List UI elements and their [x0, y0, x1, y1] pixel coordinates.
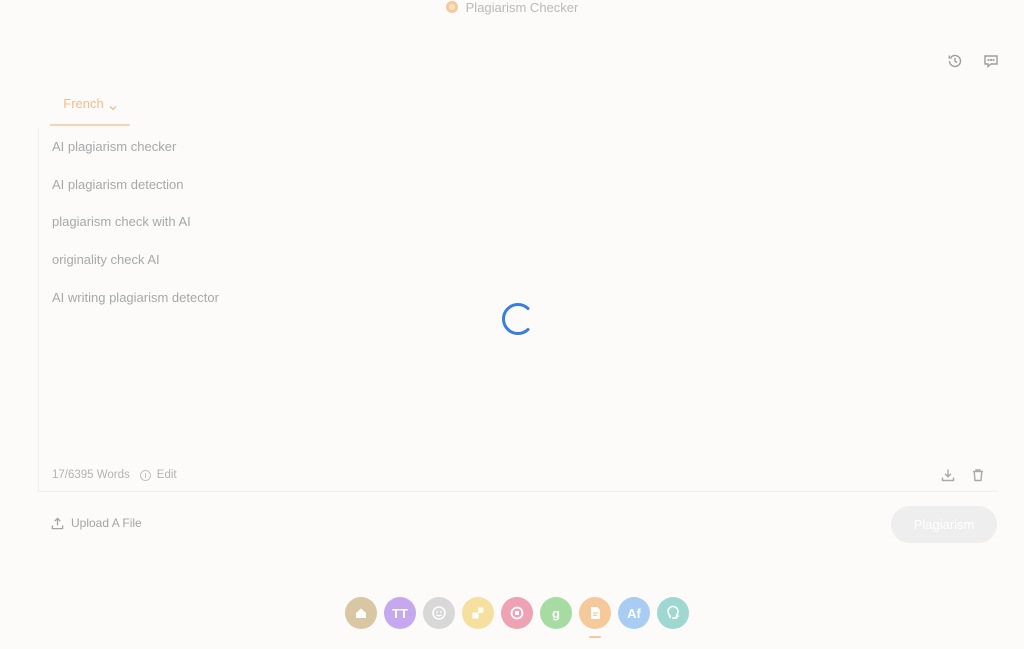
text-editor[interactable]: AI plagiarism checker AI plagiarism dete…: [38, 128, 998, 492]
upload-file-button[interactable]: Upload A File: [51, 516, 142, 530]
tool-dock: TT g Af: [345, 597, 689, 638]
smiley-icon: [432, 606, 446, 620]
app-root: Plagiarism Checker French AI plagiarism …: [0, 0, 1024, 649]
tt-icon: TT: [392, 605, 408, 621]
download-icon[interactable]: [939, 466, 957, 484]
edit-link[interactable]: Edit: [157, 469, 177, 481]
ai-icon: Af: [627, 605, 641, 621]
logo-icon: [445, 1, 458, 13]
shapes-icon: [472, 607, 484, 619]
list-item: AI plagiarism checker: [52, 139, 177, 154]
list-item: AI plagiarism detection: [52, 176, 184, 192]
page-title: Plagiarism Checker: [465, 0, 579, 15]
editor-actions: [939, 466, 987, 484]
tool-ai-detect[interactable]: Af: [618, 597, 650, 629]
tool-home[interactable]: [345, 597, 377, 629]
tool-grammar[interactable]: g: [540, 597, 572, 629]
trash-icon[interactable]: [969, 466, 987, 484]
tool-ai-head[interactable]: [657, 597, 689, 629]
tool-humanize[interactable]: [423, 597, 455, 629]
keyword-list: AI plagiarism checker AI plagiarism dete…: [52, 138, 219, 326]
tool-shapes[interactable]: [462, 597, 494, 629]
info-icon[interactable]: [139, 469, 151, 481]
editor-footer: 17/6395 Words Edit: [52, 466, 987, 484]
chevron-down-icon: [109, 100, 117, 111]
header: Plagiarism Checker: [0, 0, 1024, 15]
document-icon: [591, 607, 600, 619]
grammar-icon: g: [552, 605, 560, 621]
tool-text-size[interactable]: TT: [384, 597, 416, 629]
feedback-chat-icon[interactable]: [982, 52, 1000, 70]
language-label: French: [63, 96, 104, 111]
loading-spinner-icon: [502, 303, 530, 335]
house-icon: [356, 608, 366, 618]
history-icon[interactable]: [946, 52, 964, 70]
top-actions: [946, 52, 1000, 70]
word-count: 17/6395 Words: [52, 469, 130, 481]
list-item: plagiarism check with AI: [52, 214, 191, 230]
plagiarism-check-button[interactable]: Plagiarism: [891, 506, 997, 543]
tool-plagiarism[interactable]: [579, 597, 611, 638]
tool-rewrite[interactable]: [501, 597, 533, 629]
upload-icon: [51, 516, 64, 529]
list-item: AI writing plagiarism detector: [52, 289, 219, 305]
language-tab-french[interactable]: French: [50, 96, 130, 126]
head-icon: [667, 605, 680, 619]
list-item: originality check AI: [52, 252, 160, 268]
rewrite-icon: [510, 606, 524, 620]
upload-label: Upload A File: [71, 516, 142, 530]
